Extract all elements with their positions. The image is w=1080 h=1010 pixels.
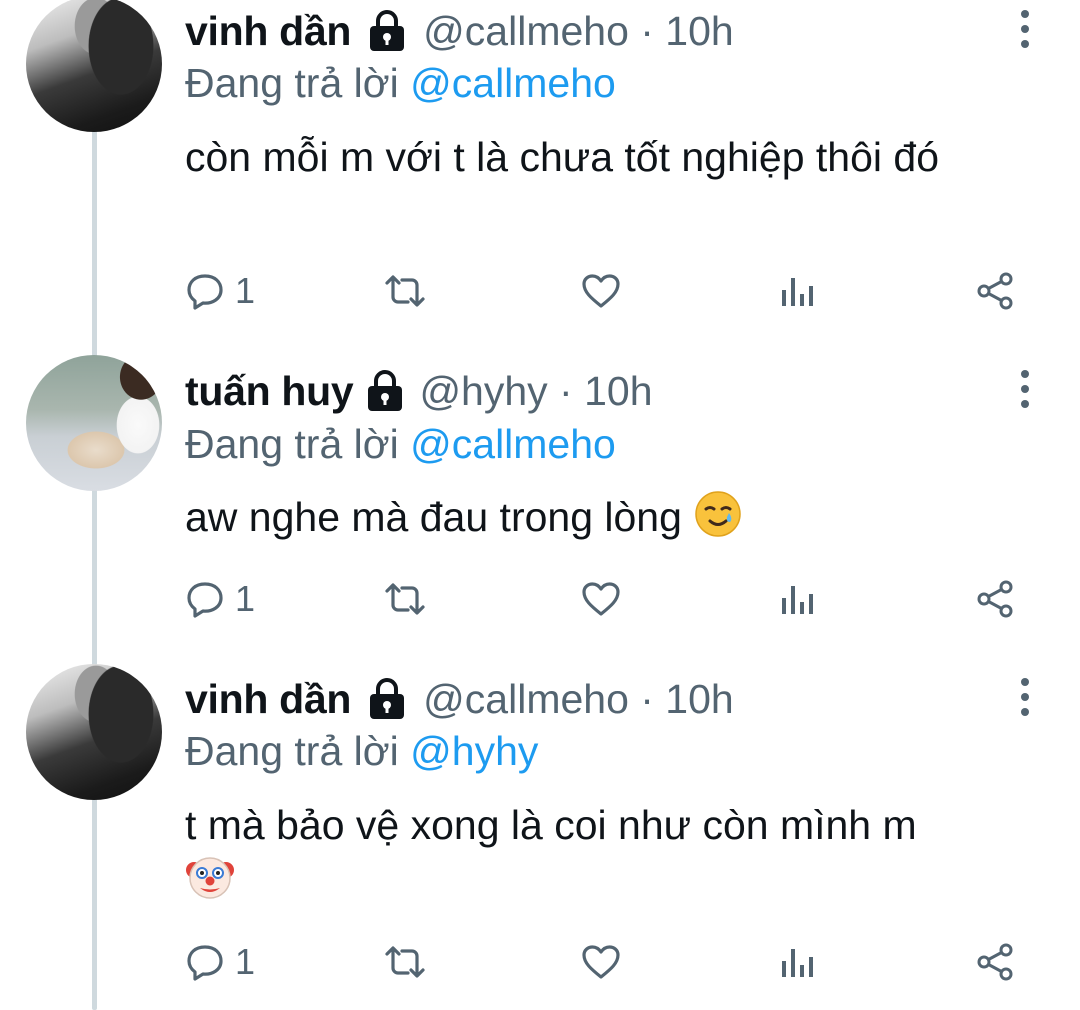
tweet[interactable]: vinh dần @callmeho · 10h Đang trả lời @c…: [0, 0, 1080, 340]
reply-count: 1: [235, 941, 256, 982]
heart-icon: [582, 582, 620, 616]
reply-mention-link[interactable]: @callmeho: [410, 421, 616, 467]
reply-mention-link[interactable]: @hyhy: [410, 728, 538, 774]
analytics-icon: [782, 949, 813, 977]
like-button[interactable]: [581, 577, 621, 621]
tweet[interactable]: vinh dần @callmeho · 10h Đang trả lời @h…: [0, 664, 1080, 1010]
avatar[interactable]: [26, 355, 162, 491]
reply-thread: vinh dần @callmeho · 10h Đang trả lời @c…: [0, 0, 1080, 1010]
share-icon: [977, 943, 1013, 981]
reply-button[interactable]: 1: [185, 940, 255, 984]
views-button[interactable]: [779, 269, 815, 313]
display-name[interactable]: vinh dần: [185, 8, 351, 55]
handle-and-time[interactable]: @hyhy · 10h: [419, 368, 652, 415]
action-bar: 1: [185, 940, 1025, 984]
reply-button[interactable]: 1: [185, 577, 255, 621]
tweet-header: tuấn huy @hyhy · 10h: [185, 363, 653, 419]
reply-count: 1: [235, 270, 256, 311]
retweet-button[interactable]: [383, 269, 427, 313]
tweet-header: vinh dần @callmeho · 10h: [185, 3, 734, 59]
retweet-icon: [385, 946, 425, 978]
share-icon: [977, 272, 1013, 310]
replying-prefix: Đang trả lời: [185, 60, 411, 106]
tweet-header: vinh dần @callmeho · 10h: [185, 671, 734, 727]
retweet-icon: [385, 583, 425, 615]
reply-icon: [187, 582, 223, 618]
retweet-button[interactable]: [383, 577, 427, 621]
share-icon: [977, 580, 1013, 618]
views-button[interactable]: [779, 577, 815, 621]
handle-and-time[interactable]: @callmeho · 10h: [423, 8, 734, 55]
display-name[interactable]: vinh dần: [185, 676, 351, 723]
analytics-icon: [782, 586, 813, 614]
reply-button[interactable]: 1: [185, 269, 255, 313]
clown-face-icon: [186, 857, 234, 899]
share-button[interactable]: [975, 940, 1015, 984]
reply-icon: [187, 945, 223, 981]
tweet-text-container: aw nghe mà đau trong lòng: [185, 489, 1045, 544]
share-button[interactable]: [975, 577, 1015, 621]
analytics-icon: [782, 278, 813, 306]
replying-to: Đang trả lời @callmeho: [185, 60, 616, 107]
handle-and-time[interactable]: @callmeho · 10h: [423, 676, 734, 723]
heart-icon: [582, 274, 620, 308]
action-bar: 1: [185, 269, 1025, 313]
heart-icon: [582, 945, 620, 979]
tweet-text-container: t mà bảo vệ xong là coi như còn mình m: [185, 798, 1045, 907]
more-vertical-icon[interactable]: [1010, 671, 1040, 723]
replying-to: Đang trả lời @callmeho: [185, 421, 616, 468]
lock-icon: [370, 678, 405, 719]
tweet-text: t mà bảo vệ xong là coi như còn mình m: [185, 802, 917, 848]
action-bar: 1: [185, 577, 1025, 621]
smiling-face-with-tear-icon: [695, 491, 742, 537]
share-button[interactable]: [975, 269, 1015, 313]
replying-to: Đang trả lời @hyhy: [185, 728, 538, 775]
lock-icon: [370, 10, 405, 51]
more-vertical-icon[interactable]: [1010, 3, 1040, 55]
avatar[interactable]: [26, 0, 162, 132]
tweet-text: còn mỗi m với t là chưa tốt nghiệp thôi …: [185, 134, 939, 180]
more-vertical-icon[interactable]: [1010, 363, 1040, 415]
like-button[interactable]: [581, 269, 621, 313]
replying-prefix: Đang trả lời: [185, 728, 411, 774]
tweet-text: aw nghe mà đau trong lòng: [185, 494, 694, 540]
like-button[interactable]: [581, 940, 621, 984]
avatar[interactable]: [26, 664, 162, 800]
reply-count: 1: [235, 578, 256, 619]
retweet-button[interactable]: [383, 940, 427, 984]
replying-prefix: Đang trả lời: [185, 421, 411, 467]
views-button[interactable]: [779, 940, 815, 984]
reply-mention-link[interactable]: @callmeho: [410, 60, 616, 106]
display-name[interactable]: tuấn huy: [185, 368, 354, 415]
lock-icon: [368, 370, 403, 411]
tweet[interactable]: tuấn huy @hyhy · 10h Đang trả lời @callm…: [0, 355, 1080, 655]
retweet-icon: [385, 275, 425, 307]
reply-icon: [187, 274, 223, 310]
